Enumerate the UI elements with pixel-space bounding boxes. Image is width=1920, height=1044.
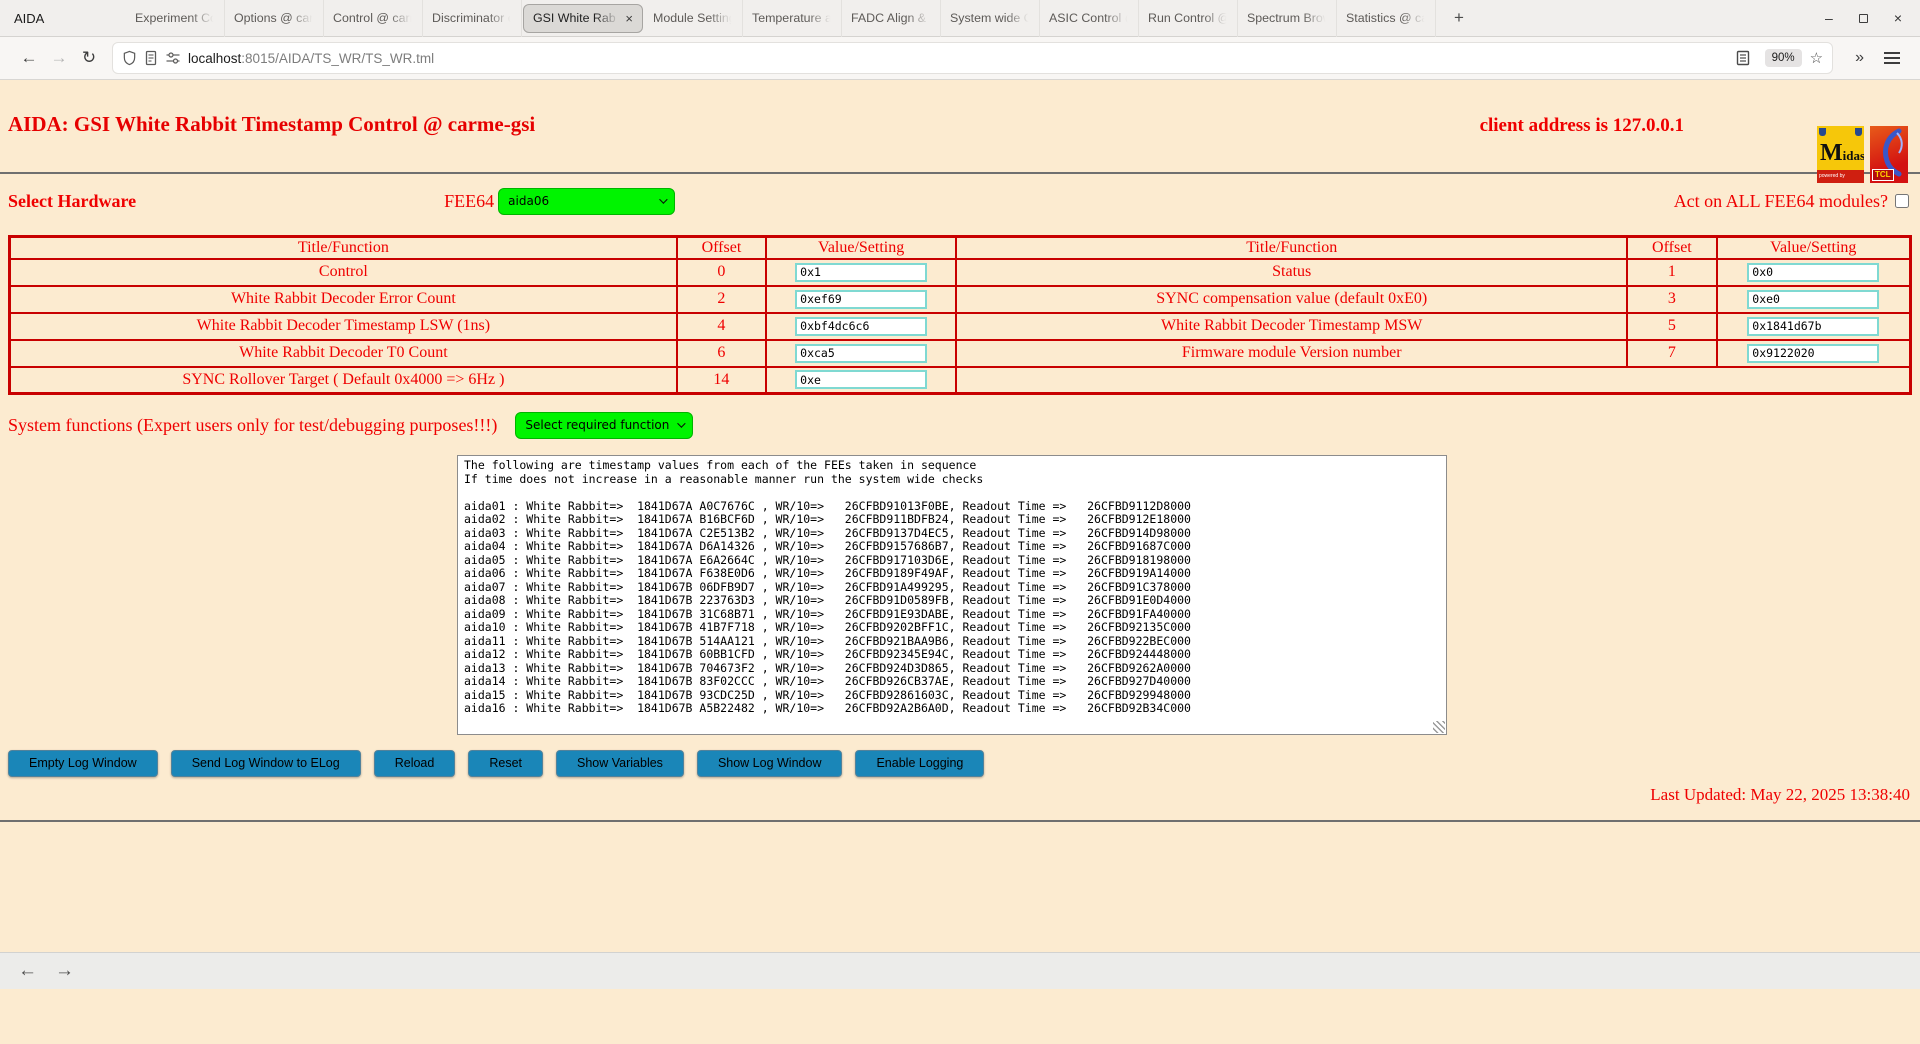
- forward-icon[interactable]: →: [44, 48, 74, 68]
- reader-view-icon[interactable]: [1736, 50, 1750, 66]
- table-row: SYNC Rollover Target ( Default 0x4000 =>…: [10, 367, 1911, 394]
- tab-strip: Experiment Con Options @ carm Control @ …: [126, 0, 1436, 36]
- column-header: Value/Setting: [1717, 237, 1911, 259]
- tab-options[interactable]: Options @ carm: [225, 0, 324, 37]
- table-row: Control 0 Status 1: [10, 259, 1911, 286]
- fee64-label: FEE64: [444, 191, 494, 212]
- act-all-label: Act on ALL FEE64 modules?: [1674, 191, 1888, 212]
- register-value-input[interactable]: [1747, 317, 1879, 336]
- page-back-icon[interactable]: ←: [18, 960, 37, 982]
- register-value-input[interactable]: [795, 344, 927, 363]
- system-functions-label: System functions (Expert users only for …: [8, 415, 497, 436]
- last-updated-text: Last Updated: May 22, 2025 13:38:40: [0, 785, 1910, 807]
- bookmark-star-icon[interactable]: ☆: [1810, 49, 1823, 67]
- show-log-window-button[interactable]: Show Log Window: [697, 750, 843, 777]
- tab-control[interactable]: Control @ carm: [324, 0, 423, 37]
- register-value-input[interactable]: [795, 290, 927, 309]
- tab-run-control[interactable]: Run Control @: [1139, 0, 1238, 37]
- permissions-icon[interactable]: [165, 50, 181, 66]
- act-all-checkbox[interactable]: [1895, 194, 1909, 208]
- chevron-down-icon: [659, 195, 667, 203]
- column-header: Offset: [677, 237, 766, 259]
- column-header: Offset: [1627, 237, 1716, 259]
- bottom-nav-bar: ← →: [0, 952, 1920, 989]
- table-row: White Rabbit Decoder T0 Count 6 Firmware…: [10, 340, 1911, 367]
- url-text[interactable]: localhost:8015/AIDA/TS_WR/TS_WR.tml: [188, 51, 434, 66]
- register-value-input[interactable]: [795, 317, 927, 336]
- reset-button[interactable]: Reset: [468, 750, 543, 777]
- tab-asic-control[interactable]: ASIC Control @: [1040, 0, 1139, 37]
- zoom-level-badge[interactable]: 90%: [1765, 49, 1802, 67]
- select-hardware-label: Select Hardware: [8, 191, 136, 212]
- log-textarea[interactable]: [457, 455, 1447, 735]
- reload-button[interactable]: Reload: [374, 750, 456, 777]
- tab-temperature[interactable]: Temperature an: [743, 0, 842, 37]
- table-row: White Rabbit Decoder Timestamp LSW (1ns)…: [10, 313, 1911, 340]
- tab-module-settings[interactable]: Module Settings: [644, 0, 743, 37]
- enable-logging-button[interactable]: Enable Logging: [855, 750, 984, 777]
- register-value-input[interactable]: [1747, 290, 1879, 309]
- register-value-input[interactable]: [795, 370, 927, 389]
- tab-system-wide-checks[interactable]: System wide Ch: [941, 0, 1040, 37]
- minimize-button[interactable]: –: [1825, 11, 1833, 25]
- column-header: Value/Setting: [766, 237, 956, 259]
- register-value-input[interactable]: [795, 263, 927, 282]
- table-row: White Rabbit Decoder Error Count 2 SYNC …: [10, 286, 1911, 313]
- registers-table: Title/Function Offset Value/Setting Titl…: [8, 235, 1912, 395]
- page-forward-icon[interactable]: →: [55, 960, 74, 982]
- page-content: AIDA: GSI White Rabbit Timestamp Control…: [0, 112, 1920, 1044]
- tab-bar: AIDA Experiment Con Options @ carm Contr…: [0, 0, 1920, 37]
- divider: [0, 172, 1920, 174]
- overflow-chevrons-icon[interactable]: »: [1845, 49, 1874, 67]
- back-icon[interactable]: ←: [14, 48, 44, 68]
- register-value-input[interactable]: [1747, 263, 1879, 282]
- menu-hamburger-icon[interactable]: [1874, 52, 1906, 64]
- column-header: Title/Function: [956, 237, 1627, 259]
- register-value-input[interactable]: [1747, 344, 1879, 363]
- page-title: AIDA: GSI White Rabbit Timestamp Control…: [8, 112, 535, 137]
- tracking-shield-icon[interactable]: [122, 50, 137, 66]
- chevron-down-icon: [678, 419, 686, 427]
- show-variables-button[interactable]: Show Variables: [556, 750, 684, 777]
- navigation-toolbar: ← → ↻ localhost:8015/AIDA/TS_WR/TS_WR.tm…: [0, 37, 1920, 80]
- send-log-to-elog-button[interactable]: Send Log Window to ELog: [171, 750, 361, 777]
- tab-close-icon[interactable]: ×: [625, 5, 633, 32]
- system-functions-select[interactable]: Select required function: [515, 412, 693, 439]
- client-address: client address is 127.0.0.1: [1480, 115, 1684, 137]
- reload-icon[interactable]: ↻: [74, 48, 104, 68]
- fee64-select[interactable]: aida06: [498, 188, 675, 215]
- maximize-button[interactable]: [1859, 14, 1868, 23]
- url-bar[interactable]: localhost:8015/AIDA/TS_WR/TS_WR.tml 90% …: [112, 42, 1833, 74]
- tcl-logo: TCL: [1870, 126, 1908, 183]
- table-header-row: Title/Function Offset Value/Setting Titl…: [10, 237, 1911, 259]
- page-info-icon[interactable]: [144, 50, 158, 66]
- tab-gsi-white-rabbit-active[interactable]: GSI White Rab ×: [523, 4, 643, 33]
- empty-cell: [956, 367, 1910, 394]
- divider: [0, 820, 1920, 822]
- empty-log-window-button[interactable]: Empty Log Window: [8, 750, 158, 777]
- midas-logo: Midas powered by: [1817, 126, 1864, 183]
- tab-fadc-align[interactable]: FADC Align & C: [842, 0, 941, 37]
- logos: Midas powered by TCL: [1817, 126, 1908, 183]
- tab-experiment-control[interactable]: Experiment Con: [126, 0, 225, 37]
- close-button[interactable]: ×: [1894, 11, 1902, 25]
- column-header: Title/Function: [10, 237, 677, 259]
- new-tab-button[interactable]: +: [1446, 8, 1472, 28]
- tab-spectrum-browser[interactable]: Spectrum Brow: [1238, 0, 1337, 37]
- app-title: AIDA: [14, 11, 126, 26]
- tab-statistics[interactable]: Statistics @ car: [1337, 0, 1436, 37]
- tab-discriminator[interactable]: Discriminator co: [423, 0, 522, 37]
